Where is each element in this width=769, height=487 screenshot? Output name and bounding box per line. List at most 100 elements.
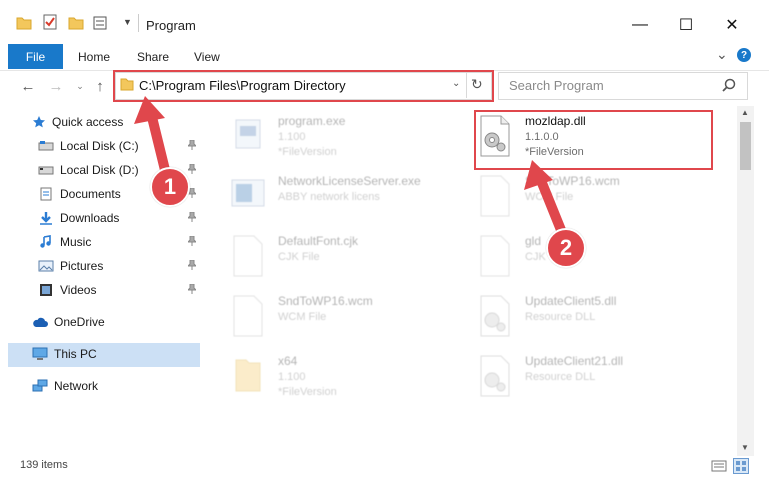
file-item[interactable]: NetworkLicenseServer.exe ABBY network li… (230, 174, 470, 234)
network-icon (32, 379, 48, 392)
drive-icon (38, 141, 54, 151)
arrow-1 (134, 96, 170, 175)
close-button[interactable]: ✕ (709, 10, 755, 40)
qat-dropdown-icon[interactable]: ▼ (123, 17, 132, 27)
file-name: UpdateClient21.dll (525, 354, 624, 368)
sidebar-item-videos[interactable]: Videos (38, 280, 200, 300)
drive-icon (38, 166, 54, 175)
ribbon-bar (0, 42, 769, 71)
sidebar-item-label: Pictures (60, 259, 104, 273)
step-badge-1: 1 (150, 167, 190, 207)
tab-home[interactable]: Home (78, 50, 110, 64)
file-description: WCM File (525, 191, 574, 203)
sidebar-item-music[interactable]: Music (38, 232, 200, 252)
help-icon[interactable]: ? (737, 48, 751, 62)
search-icon[interactable] (722, 78, 736, 92)
sidebar-item-label: Downloads (60, 211, 120, 225)
minimize-button[interactable]: — (617, 10, 663, 40)
music-icon (40, 235, 51, 248)
download-icon (40, 212, 52, 225)
file-version: 1.100 (278, 131, 306, 143)
file-item[interactable]: SndToWP16.wcm WCM File (477, 174, 717, 234)
file-description: WCM File (278, 311, 327, 323)
cloud-icon (33, 317, 48, 327)
window-title: Program (146, 18, 196, 33)
pin-icon (188, 260, 196, 270)
details-view-icon[interactable] (711, 460, 727, 472)
sidebar-item-network[interactable]: Network (32, 376, 202, 396)
customize-toolbar-icon[interactable] (93, 16, 111, 30)
file-description: CJK (525, 251, 546, 263)
pin-icon (188, 140, 196, 150)
dll-file-icon (480, 355, 510, 397)
file-name: SndToWP16.wcm (525, 174, 620, 188)
sidebar-item-label: Documents (60, 187, 121, 201)
scroll-up-icon[interactable]: ▲ (741, 108, 749, 117)
file-name: UpdateClient5.dll (525, 294, 617, 308)
file-name: DefaultFont.cjk (278, 234, 359, 248)
folder-icon (16, 17, 32, 30)
computer-icon (32, 347, 48, 360)
file-description: CJK File (278, 251, 320, 263)
step-badge-2: 2 (546, 228, 586, 268)
up-button[interactable]: ↑ (90, 77, 110, 95)
tab-file[interactable]: File (8, 44, 63, 69)
recent-locations-icon[interactable]: ⌄ (70, 77, 90, 95)
sidebar-item-label: OneDrive (54, 315, 105, 329)
sidebar-item-label: Videos (60, 283, 97, 297)
sidebar-item-label: Music (60, 235, 92, 249)
sidebar-item-pictures[interactable]: Pictures (38, 256, 200, 276)
file-item[interactable]: UpdateClient5.dll Resource DLL (477, 294, 717, 354)
sidebar-item-quick-access[interactable]: Quick access (32, 112, 202, 132)
generic-file-icon (233, 295, 263, 337)
generic-file-icon (480, 235, 510, 277)
generic-file-icon (480, 175, 510, 217)
file-item[interactable]: SndToWP16.wcm WCM File (230, 294, 470, 354)
sidebar-item-label: Local Disk (C:) (60, 139, 139, 153)
file-description: Resource DLL (525, 371, 596, 383)
file-name: program.exe (278, 114, 346, 128)
file-name: SndToWP16.wcm (278, 294, 373, 308)
file-description: Resource DLL (525, 311, 596, 323)
file-version: 1.100 (278, 371, 306, 383)
file-item[interactable]: DefaultFont.cjk CJK File (230, 234, 470, 294)
scrollbar-thumb[interactable] (740, 122, 751, 170)
pin-icon (188, 212, 196, 222)
sidebar-item-local-disk-c[interactable]: Local Disk (C:) (38, 136, 200, 156)
pin-icon (188, 284, 196, 294)
sidebar-item-downloads[interactable]: Downloads (38, 208, 200, 228)
properties-icon[interactable] (43, 14, 57, 30)
exe-file-icon (235, 119, 261, 149)
search-input[interactable]: Search Program (509, 78, 604, 93)
expand-ribbon-icon[interactable]: ⌄ (716, 46, 728, 63)
file-item[interactable]: gld CJK (477, 234, 717, 294)
sidebar-item-label: Quick access (52, 115, 124, 129)
sidebar-item-label: Local Disk (D:) (60, 163, 139, 177)
videos-icon (40, 284, 52, 296)
title-divider (138, 14, 139, 32)
file-description: *FileVersion (278, 146, 337, 158)
file-item[interactable]: UpdateClient21.dll Resource DLL (477, 354, 717, 414)
tab-share[interactable]: Share (137, 50, 169, 64)
documents-icon (40, 187, 52, 201)
file-name: NetworkLicenseServer.exe (278, 174, 421, 188)
file-name: gld (525, 234, 542, 248)
pin-icon (188, 164, 196, 174)
star-icon (33, 116, 45, 128)
new-folder-icon[interactable] (68, 16, 84, 30)
file-name: x64 (278, 354, 298, 368)
tab-view[interactable]: View (194, 50, 220, 64)
forward-button[interactable]: → (46, 77, 66, 95)
dll-file-icon (480, 295, 510, 337)
back-button[interactable]: ← (18, 77, 38, 95)
maximize-button[interactable]: ☐ (663, 10, 709, 40)
exe-file-icon (231, 179, 265, 207)
file-description: *FileVersion (278, 386, 337, 398)
file-item[interactable]: x64 1.100 *FileVersion (230, 354, 470, 414)
large-icons-view-icon[interactable] (733, 458, 749, 474)
sidebar-item-this-pc[interactable]: This PC (32, 344, 202, 364)
scroll-down-icon[interactable]: ▼ (741, 443, 749, 452)
file-item[interactable]: program.exe 1.100 *FileVersion (230, 114, 470, 174)
file-highlight (474, 110, 713, 170)
sidebar-item-onedrive[interactable]: OneDrive (32, 312, 202, 332)
